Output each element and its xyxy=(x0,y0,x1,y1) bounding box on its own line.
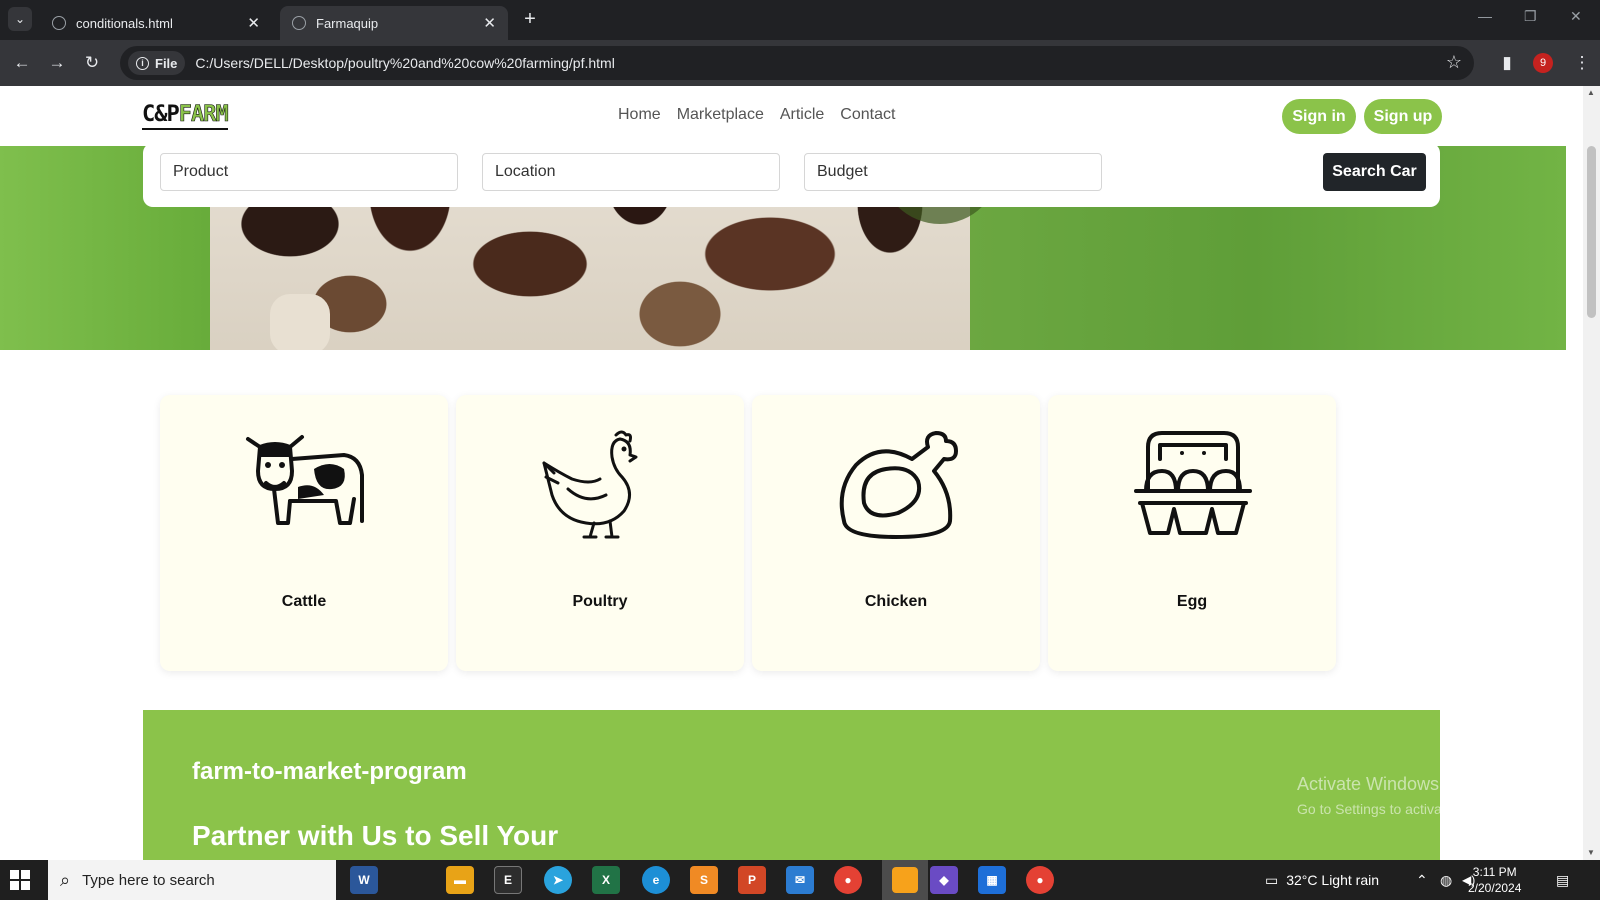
category-label: Egg xyxy=(1176,593,1208,610)
globe-icon xyxy=(52,16,66,30)
nav-link-home[interactable]: Home xyxy=(618,106,661,124)
camera-app-icon xyxy=(892,867,918,893)
browser-tab-farmaquip[interactable]: Farmaquip ✕ xyxy=(280,6,508,40)
network-icon[interactable]: ◍ xyxy=(1440,860,1452,900)
search-icon: ⌕ xyxy=(60,869,71,890)
new-tab-button[interactable]: + xyxy=(518,7,542,31)
forward-arrow-icon[interactable]: → xyxy=(45,51,69,75)
taskbar-clock[interactable]: 3:11 PM 2/20/2024 xyxy=(1468,864,1521,896)
activate-windows-watermark: Activate Windows Go to Settings to activ… xyxy=(1297,774,1518,817)
search-panel: Search Car xyxy=(143,143,1440,207)
menu-kebab-icon[interactable]: ⋮ xyxy=(1570,51,1594,75)
side-panel-icon[interactable]: ▮ xyxy=(1495,51,1519,75)
budget-input[interactable] xyxy=(805,154,1101,190)
info-icon: i xyxy=(136,56,149,70)
egg-carton-icon xyxy=(1134,431,1252,535)
reload-icon[interactable]: ↻ xyxy=(80,51,104,75)
clock-time: 3:11 PM xyxy=(1472,865,1517,879)
nav-link-marketplace[interactable]: Marketplace xyxy=(677,106,764,124)
profile-avatar[interactable]: 9 xyxy=(1533,53,1553,73)
tab-search-button[interactable]: ⌄ xyxy=(8,7,32,31)
cow-leg xyxy=(270,294,330,350)
sublime-app-icon[interactable]: S xyxy=(690,866,718,894)
tab-title: Farmaquip xyxy=(316,15,379,31)
scroll-down-arrow-icon[interactable]: ▼ xyxy=(1587,848,1595,857)
site-logo[interactable]: C&PFARM xyxy=(142,102,229,130)
windows-taskbar: ⌕ Type here to search W ▬ E ➤ X e S P ✉ … xyxy=(0,860,1600,900)
chicken-leg-icon xyxy=(839,431,958,539)
category-card-poultry[interactable]: Poultry xyxy=(456,395,744,671)
farm-to-market-section: farm-to-market-program Partner with Us t… xyxy=(143,710,1440,860)
nav-link-contact[interactable]: Contact xyxy=(840,106,895,124)
active-app-slot[interactable] xyxy=(882,860,928,900)
category-label: Chicken xyxy=(864,593,928,610)
tab-title: conditionals.html xyxy=(76,15,173,31)
program-headline: Partner with Us to Sell Your xyxy=(192,820,559,851)
restore-icon[interactable]: ❐ xyxy=(1524,8,1537,25)
location-field[interactable] xyxy=(482,153,780,191)
nav-links: Home Marketplace Article Contact xyxy=(618,106,895,124)
hen-icon xyxy=(542,430,638,539)
edge-app-icon[interactable]: e xyxy=(642,866,670,894)
browser-tab-strip: ⌄ conditionals.html ✕ Farmaquip ✕ + — ❐ … xyxy=(0,0,1600,40)
window-close-icon[interactable]: ✕ xyxy=(1570,8,1582,25)
scheme-label: File xyxy=(155,55,178,71)
nav-link-article[interactable]: Article xyxy=(780,106,824,124)
category-card-cattle[interactable]: Cattle xyxy=(160,395,448,671)
close-tab-icon[interactable]: ✕ xyxy=(483,14,496,32)
telegram-app-icon[interactable]: ➤ xyxy=(544,866,572,894)
globe-icon xyxy=(292,16,306,30)
back-arrow-icon[interactable]: ← xyxy=(10,51,34,75)
cow-icon xyxy=(246,435,364,525)
site-info-chip[interactable]: i File xyxy=(128,51,186,75)
browser-toolbar: ← → ↻ i File C:/Users/DELL/Desktop/poult… xyxy=(0,40,1600,86)
excel-app-icon[interactable]: X xyxy=(592,866,620,894)
terminal-app-icon[interactable]: E xyxy=(494,866,522,894)
bookmark-star-icon[interactable]: ☆ xyxy=(1446,52,1462,73)
mail-app-icon[interactable]: ✉ xyxy=(786,866,814,894)
category-label: Cattle xyxy=(281,593,327,610)
weather-icon: ▭ xyxy=(1265,871,1279,888)
sign-in-button[interactable]: Sign in xyxy=(1282,99,1356,134)
chrome-app-icon[interactable]: ● xyxy=(834,866,862,894)
category-card-chicken[interactable]: Chicken xyxy=(752,395,1040,671)
scroll-up-arrow-icon[interactable]: ▲ xyxy=(1587,88,1595,97)
program-tag: farm-to-market-program xyxy=(192,758,467,785)
weather-widget[interactable]: ▭ 32°C Light rain xyxy=(1265,860,1379,900)
product-input[interactable] xyxy=(161,154,457,190)
search-button[interactable]: Search Car xyxy=(1323,153,1426,191)
chrome-profile-app-icon[interactable]: ● xyxy=(1026,866,1054,894)
minimize-icon[interactable]: — xyxy=(1478,8,1492,24)
clock-date: 2/20/2024 xyxy=(1468,881,1522,895)
notification-center-icon[interactable]: ▤ xyxy=(1556,860,1569,900)
sign-up-button[interactable]: Sign up xyxy=(1364,99,1442,134)
site-navbar: C&PFARM Home Marketplace Article Contact… xyxy=(0,86,1583,146)
git-app-icon[interactable]: ◆ xyxy=(930,866,958,894)
windows-start-icon[interactable] xyxy=(10,870,30,890)
store-app-icon[interactable]: ▦ xyxy=(978,866,1006,894)
word-app-icon[interactable]: W xyxy=(350,866,378,894)
powerpoint-app-icon[interactable]: P xyxy=(738,866,766,894)
browser-tab-conditionals[interactable]: conditionals.html ✕ xyxy=(40,6,272,40)
location-input[interactable] xyxy=(483,154,779,190)
weather-text: 32°C Light rain xyxy=(1286,872,1379,888)
category-label: Poultry xyxy=(572,593,628,610)
taskbar-search-box[interactable]: ⌕ Type here to search xyxy=(48,860,336,900)
budget-field[interactable] xyxy=(804,153,1102,191)
page-scrollbar[interactable]: ▲ ▼ xyxy=(1583,86,1600,860)
file-explorer-icon[interactable]: ▬ xyxy=(446,866,474,894)
scroll-thumb[interactable] xyxy=(1587,146,1596,318)
show-hidden-icons[interactable]: ⌃ xyxy=(1416,860,1428,900)
category-card-egg[interactable]: Egg xyxy=(1048,395,1336,671)
product-field[interactable] xyxy=(160,153,458,191)
address-bar[interactable]: i File C:/Users/DELL/Desktop/poultry%20a… xyxy=(120,46,1474,80)
taskbar-search-placeholder: Type here to search xyxy=(82,871,215,889)
close-tab-icon[interactable]: ✕ xyxy=(247,14,260,32)
page-viewport: C&PFARM Home Marketplace Article Contact… xyxy=(0,86,1583,860)
url-text[interactable]: C:/Users/DELL/Desktop/poultry%20and%20co… xyxy=(195,55,614,71)
